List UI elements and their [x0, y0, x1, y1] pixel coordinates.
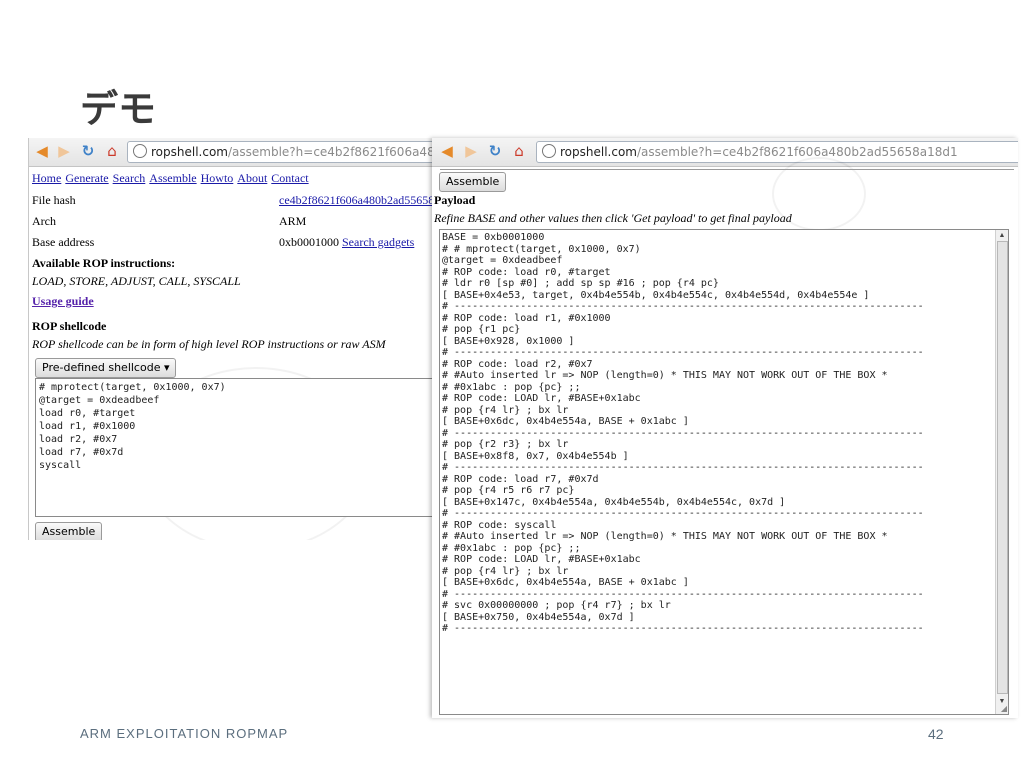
globe-icon — [542, 144, 556, 158]
url-host: ropshell.com — [151, 145, 228, 159]
arrow-right-icon[interactable]: ▶ — [55, 142, 73, 160]
scrollbar-thumb[interactable] — [997, 241, 1008, 694]
reload-icon[interactable]: ↻ — [486, 142, 504, 160]
arrow-left-icon[interactable]: ◀ — [438, 142, 456, 160]
right-browser-window: ◀ ▶ ↻ ⌂ ropshell.com/assemble?h=ce4b2f86… — [432, 138, 1018, 718]
usage-guide-link[interactable]: Usage guide — [32, 294, 94, 308]
scroll-up-icon[interactable]: ▲ — [996, 230, 1008, 240]
arrow-left-icon[interactable]: ◀ — [33, 142, 51, 160]
home-icon[interactable]: ⌂ — [510, 142, 528, 160]
right-page-content: Assemble Payload Refine BASE and other v… — [432, 157, 1018, 718]
payload-heading: Payload — [434, 193, 476, 207]
nav-link-assemble[interactable]: Assemble — [149, 171, 196, 185]
payload-textarea[interactable]: BASE = 0xb0001000 # # mprotect(target, 0… — [442, 232, 994, 714]
base-address-value: 0xb0001000 — [279, 235, 339, 249]
payload-textarea-box[interactable]: BASE = 0xb0001000 # # mprotect(target, 0… — [439, 229, 1009, 715]
file-hash-label: File hash — [32, 193, 76, 207]
reload-icon[interactable]: ↻ — [79, 142, 97, 160]
globe-icon — [133, 144, 147, 158]
rop-shellcode-heading: ROP shellcode — [32, 319, 107, 333]
shellcode-textarea[interactable]: # mprotect(target, 0x1000, 0x7) @target … — [35, 378, 437, 517]
page-number: 42 — [928, 726, 944, 742]
payload-description: Refine BASE and other values then click … — [434, 211, 792, 225]
predefined-shellcode-dropdown[interactable]: Pre-defined shellcode ▾ — [35, 358, 177, 378]
nav-link-about[interactable]: About — [237, 171, 267, 185]
nav-link-contact[interactable]: Contact — [271, 171, 308, 185]
file-hash-link[interactable]: ce4b2f8621f606a480b2ad55658a18d1 — [279, 193, 437, 207]
available-instructions-list: LOAD, STORE, ADJUST, CALL, SYSCALL — [32, 274, 241, 288]
arrow-right-icon[interactable]: ▶ — [462, 142, 480, 160]
base-address-label: Base address — [32, 235, 95, 249]
url-path: /assemble?h=ce4b2f8621f606a480b2ad55658a… — [636, 145, 958, 159]
footer-text: ARM EXPLOITATION ROPMAP — [80, 726, 289, 741]
url-host: ropshell.com — [560, 145, 637, 159]
search-gadgets-link[interactable]: Search gadgets — [342, 235, 414, 249]
resize-grip-icon[interactable]: ◢ — [1001, 704, 1007, 713]
address-toolbar: ◀ ▶ ↻ ⌂ ropshell.com/assemble?h=ce4b2f86… — [432, 138, 1018, 167]
url-path: /assemble?h=ce4b2f8621f606a480b2ad55658a… — [227, 145, 437, 159]
nav-link-howto[interactable]: Howto — [201, 171, 234, 185]
url-bar[interactable]: ropshell.com/assemble?h=ce4b2f8621f606a4… — [127, 141, 437, 163]
arch-value: ARM — [279, 214, 307, 228]
left-page-content: Home Generate Search Assemble Howto About Cont… — [29, 167, 437, 540]
nav-link-search[interactable]: Search — [113, 171, 146, 185]
assemble-button[interactable]: Assemble — [35, 522, 103, 540]
site-nav: Home Generate Search Assemble Howto About Cont… — [32, 171, 313, 186]
arch-label: Arch — [32, 214, 56, 228]
url-bar[interactable]: ropshell.com/assemble?h=ce4b2f8621f606a4… — [536, 141, 1018, 163]
slide-title: デモ — [80, 87, 157, 131]
available-instructions-heading: Available ROP instructions: — [32, 256, 176, 270]
nav-link-generate[interactable]: Generate — [65, 171, 108, 185]
left-browser-window: ◀ ▶ ↻ ⌂ ropshell.com/assemble?h=ce4b2f86… — [28, 138, 437, 540]
assemble-button[interactable]: Assemble — [439, 172, 507, 192]
home-icon[interactable]: ⌂ — [103, 142, 121, 160]
rop-shellcode-description: ROP shellcode can be in form of high lev… — [32, 337, 386, 351]
textarea-bottom-edge — [440, 167, 1014, 170]
address-toolbar: ◀ ▶ ↻ ⌂ ropshell.com/assemble?h=ce4b2f86… — [29, 138, 437, 167]
payload-scrollbar[interactable]: ▲ ▼ — [995, 230, 1008, 714]
nav-link-home[interactable]: Home — [32, 171, 61, 185]
